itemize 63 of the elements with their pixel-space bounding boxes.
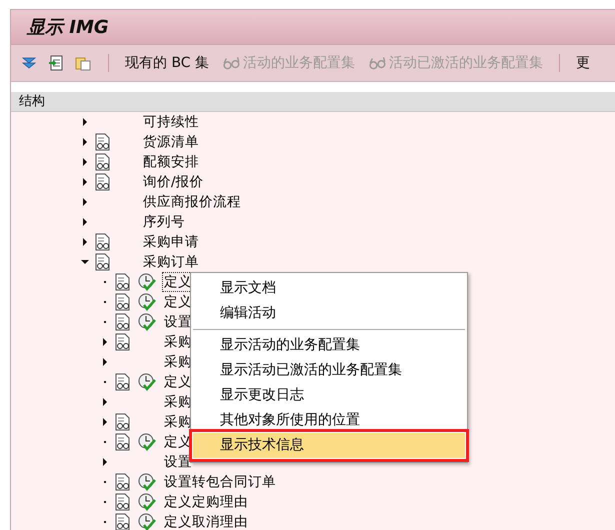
tree-node-label[interactable]: 询价/报价	[141, 172, 206, 192]
tree-node-label[interactable]: 采购申请	[141, 232, 201, 252]
menu-item[interactable]: 其他对象所使用的位置	[193, 408, 465, 433]
clock-check-icon[interactable]	[138, 433, 156, 451]
tree-node-label[interactable]: 采购订单	[141, 252, 201, 272]
clock-check-icon[interactable]	[138, 313, 156, 331]
collapse-arrow-icon[interactable]	[81, 258, 89, 266]
clock-check-icon[interactable]	[138, 513, 156, 530]
column-header: 结构	[11, 92, 615, 112]
document-glasses-icon[interactable]	[95, 153, 111, 171]
menu-item[interactable]: 显示活动的业务配置集	[193, 333, 465, 358]
tree-node-label[interactable]: 定义取消理由	[162, 512, 250, 530]
expand-arrow-icon[interactable]	[101, 458, 109, 466]
expand-arrow-icon[interactable]	[101, 358, 109, 366]
tree-node-label[interactable]: 可持续性	[141, 112, 201, 132]
expand-arrow-icon[interactable]	[81, 118, 89, 126]
expand-arrow-icon[interactable]	[101, 398, 109, 406]
clock-check-icon[interactable]	[138, 493, 156, 511]
window-title: 显示 IMG	[27, 16, 109, 39]
document-glasses-icon[interactable]	[115, 333, 131, 351]
expand-arrow-icon[interactable]	[101, 338, 109, 346]
tree-node-label[interactable]: 配额安排	[141, 152, 201, 172]
menu-item[interactable]: 显示技术信息	[193, 433, 465, 458]
document-glasses-icon[interactable]	[115, 493, 131, 511]
expand-all-icon[interactable]	[21, 55, 37, 71]
menu-item[interactable]: 显示文档	[193, 276, 465, 301]
tree-node-label[interactable]: 定义定购理由	[162, 492, 250, 512]
tree-node-label[interactable]: 设置	[162, 312, 194, 332]
expand-arrow-icon[interactable]	[81, 218, 89, 226]
toolbar-button[interactable]: 更	[572, 52, 594, 74]
document-glasses-icon[interactable]	[95, 133, 111, 151]
document-glasses-icon[interactable]	[115, 373, 131, 391]
clock-check-icon[interactable]	[138, 373, 156, 391]
expand-arrow-icon[interactable]	[101, 418, 109, 426]
tree-node-label[interactable]: 货源清单	[141, 132, 201, 152]
menu-item[interactable]: 显示活动已激活的业务配置集	[193, 358, 465, 383]
tree-node-label[interactable]: 设置转包合同订单	[162, 472, 278, 492]
menu-item[interactable]: 显示更改日志	[193, 383, 465, 408]
expand-arrow-icon[interactable]	[81, 158, 89, 166]
expand-arrow-icon[interactable]	[81, 138, 89, 146]
tree-node-label[interactable]: 供应商报价流程	[141, 192, 243, 212]
clipboard-icon[interactable]	[75, 55, 91, 71]
document-glasses-icon[interactable]	[115, 273, 131, 291]
document-glasses-icon[interactable]	[115, 313, 131, 331]
document-glasses-icon[interactable]	[115, 473, 131, 491]
document-glasses-icon[interactable]	[95, 173, 111, 191]
document-glasses-icon[interactable]	[95, 253, 111, 271]
expand-arrow-icon[interactable]	[81, 178, 89, 186]
tree-node-label[interactable]: 定义	[162, 372, 194, 392]
document-glasses-icon[interactable]	[95, 233, 111, 251]
toolbar-button[interactable]: 现有的 BC 集	[121, 52, 214, 74]
expand-arrow-icon[interactable]	[81, 198, 89, 206]
document-glasses-icon[interactable]	[115, 513, 131, 530]
tree-node-label[interactable]: 序列号	[141, 212, 187, 232]
clock-check-icon[interactable]	[138, 273, 156, 291]
document-glasses-icon[interactable]	[115, 413, 131, 431]
tree-node-label[interactable]: 定义	[162, 292, 194, 312]
document-glasses-icon[interactable]	[115, 433, 131, 451]
clock-check-icon[interactable]	[138, 293, 156, 311]
clock-check-icon[interactable]	[138, 473, 156, 491]
menu-item[interactable]: 编辑活动	[193, 301, 465, 326]
expand-arrow-icon[interactable]	[81, 238, 89, 246]
document-glasses-icon[interactable]	[115, 293, 131, 311]
